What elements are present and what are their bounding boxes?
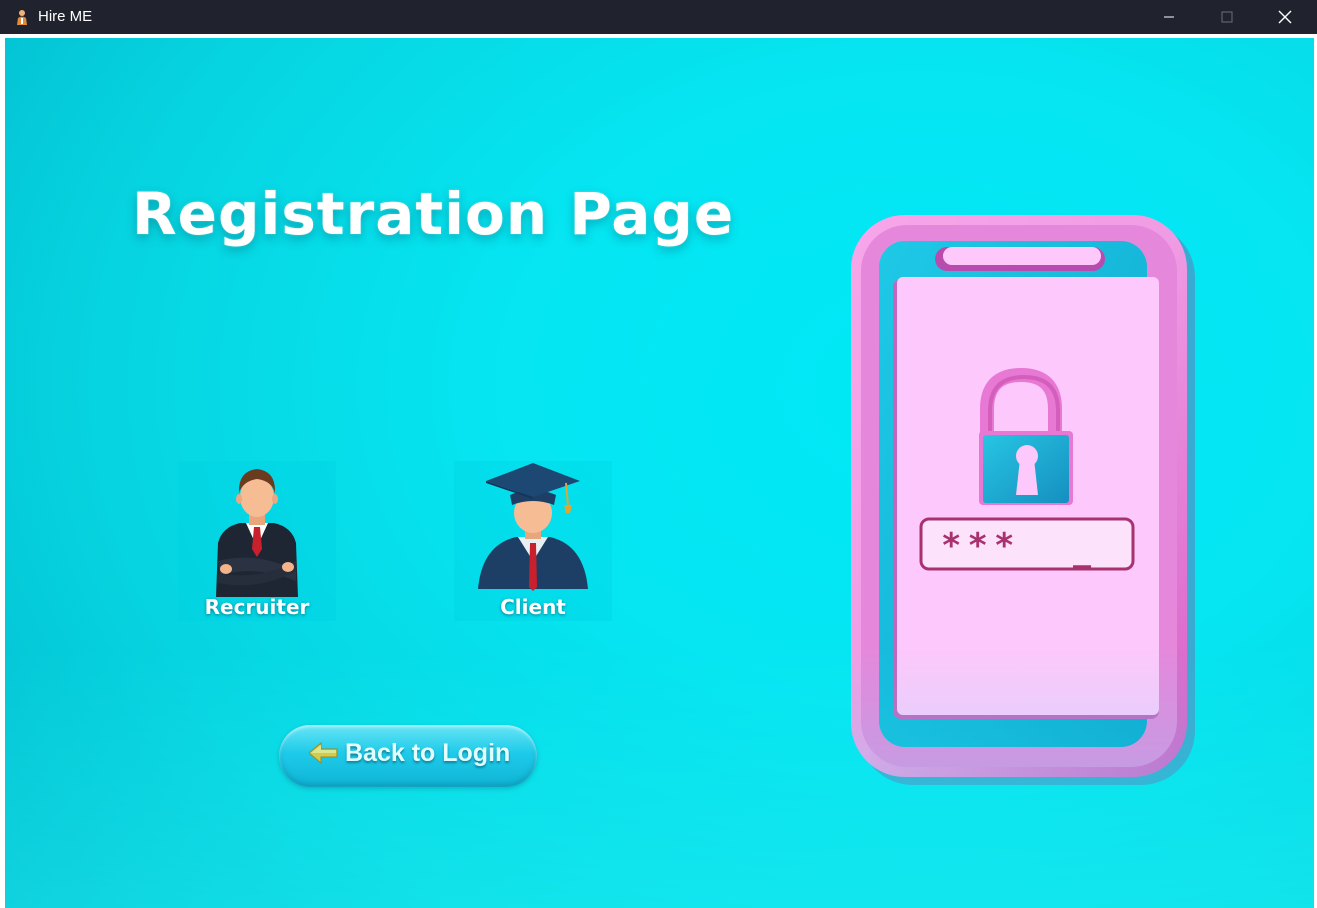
- window-titlebar: Hire ME: [0, 0, 1317, 34]
- maximize-icon: [1221, 11, 1233, 23]
- minimize-button[interactable]: [1140, 0, 1198, 34]
- password-mask: ***: [941, 526, 1021, 566]
- left-arrow-icon: [309, 742, 338, 764]
- recruiter-label: Recruiter: [204, 595, 310, 619]
- close-button[interactable]: [1256, 0, 1314, 34]
- page-title: Registration Page: [132, 180, 735, 248]
- minimize-icon: [1164, 16, 1174, 18]
- client-label: Client: [500, 595, 566, 619]
- recruiter-option[interactable]: Recruiter: [178, 461, 336, 621]
- window-title: Hire ME: [38, 8, 93, 25]
- maximize-button[interactable]: [1198, 0, 1256, 34]
- phone-lock-icon: [851, 215, 1195, 785]
- close-icon: [1278, 10, 1292, 24]
- back-to-login-button[interactable]: Back to Login: [279, 725, 537, 787]
- client-option[interactable]: Client: [454, 461, 612, 621]
- password-cursor: _: [1073, 534, 1092, 569]
- graduate-icon: [478, 463, 588, 591]
- app-icon: [14, 8, 30, 26]
- registration-panel: Registration Page Recruiter Client Back …: [5, 38, 1314, 908]
- back-to-login-label: Back to Login: [345, 739, 511, 767]
- businessman-icon: [216, 469, 298, 597]
